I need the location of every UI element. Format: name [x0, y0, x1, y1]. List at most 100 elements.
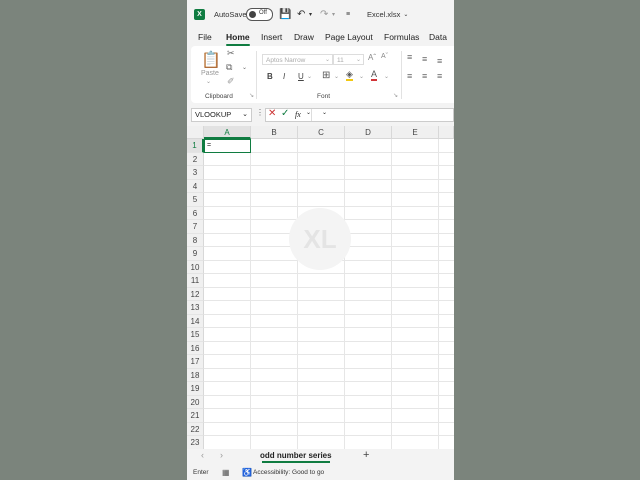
row-header[interactable]: 3 — [187, 166, 204, 180]
spreadsheet-grid[interactable]: A B C D E 1 2 3 4 5 6 7 8 9 10 11 12 13 14 15 16 17 18 19 2… — [187, 126, 454, 449]
customize-toolbar-icon[interactable]: ≡ — [346, 0, 350, 28]
row-header[interactable]: 2 — [187, 152, 204, 166]
tab-page-layout[interactable]: Page Layout — [325, 28, 373, 46]
active-cell-a1[interactable]: = — [204, 139, 251, 153]
column-header[interactable]: B — [251, 126, 298, 139]
italic-button[interactable]: I — [283, 72, 285, 81]
tab-data[interactable]: Data — [429, 28, 447, 46]
row-header[interactable]: 1 — [187, 139, 204, 153]
row-header[interactable]: 12 — [187, 287, 204, 301]
borders-icon[interactable]: ⊞ — [322, 70, 330, 81]
paste-icon[interactable]: 📋 — [201, 50, 221, 70]
borders-dropdown-icon[interactable]: ⌄ — [334, 73, 339, 80]
enter-check-icon[interactable]: ✓ — [281, 108, 289, 119]
align-top-icon[interactable]: ≡ — [407, 52, 412, 62]
underline-button[interactable]: U — [298, 72, 304, 81]
status-bar: Enter ▦ ♿ Accessibility: Good to go — [187, 465, 454, 480]
row-header[interactable]: 6 — [187, 206, 204, 220]
cut-icon[interactable]: ✂ — [227, 48, 235, 59]
row-header[interactable]: 10 — [187, 260, 204, 274]
row-header[interactable]: 9 — [187, 247, 204, 261]
row-header[interactable]: 15 — [187, 328, 204, 342]
row-header[interactable]: 13 — [187, 301, 204, 315]
chevron-down-icon: ⌄ — [403, 11, 409, 18]
row-header[interactable]: 16 — [187, 341, 204, 355]
tab-draw[interactable]: Draw — [294, 28, 314, 46]
add-sheet-button[interactable]: + — [363, 449, 369, 461]
fill-color-dropdown-icon[interactable]: ⌄ — [359, 73, 364, 80]
tab-home[interactable]: Home — [226, 28, 250, 46]
grid-row-line — [204, 367, 454, 369]
row-header[interactable]: 8 — [187, 233, 204, 247]
accessibility-icon[interactable]: ♿ — [242, 468, 252, 477]
grid-row-line — [204, 205, 454, 207]
row-header[interactable]: 20 — [187, 395, 204, 409]
row-header[interactable]: 19 — [187, 382, 204, 396]
undo-dropdown-icon[interactable]: ▾ — [309, 0, 312, 28]
grid-row-line — [204, 354, 454, 355]
copy-icon[interactable]: ⧉ — [226, 62, 232, 73]
column-header[interactable]: A — [204, 126, 251, 139]
column-header[interactable]: C — [298, 126, 345, 139]
redo-dropdown-icon[interactable]: ▾ — [332, 0, 335, 28]
select-all-corner[interactable] — [187, 126, 204, 139]
name-box[interactable]: VLOOKUP ⌄ — [191, 108, 252, 122]
tab-insert[interactable]: Insert — [261, 28, 282, 46]
scroll-right-icon[interactable]: › — [220, 450, 223, 460]
column-header-partial[interactable] — [439, 126, 454, 139]
more-options-icon[interactable]: ⋮ — [256, 108, 264, 117]
tab-formulas[interactable]: Formulas — [384, 28, 419, 46]
increase-font-icon[interactable]: Aˆ — [368, 53, 376, 62]
redo-icon[interactable]: ↷ — [320, 0, 328, 28]
row-header[interactable]: 22 — [187, 422, 204, 436]
fill-color-icon[interactable]: ◈ — [346, 70, 353, 81]
macro-record-icon[interactable]: ▦ — [222, 468, 230, 477]
sheet-tab-bar: ‹ › odd number series + — [187, 449, 454, 465]
font-group-label: Font — [317, 93, 331, 100]
column-header[interactable]: E — [392, 126, 439, 139]
row-header[interactable]: 11 — [187, 274, 204, 288]
formula-input[interactable]: ✕ ✓ fx ⌄ ⌄ — [265, 108, 454, 122]
tab-file[interactable]: File — [198, 28, 212, 46]
font-size-select[interactable]: 11 ⌄ — [333, 54, 364, 65]
paste-label[interactable]: Paste — [201, 70, 219, 77]
clipboard-group-label: Clipboard — [205, 93, 233, 100]
accessibility-status[interactable]: Accessibility: Good to go — [253, 469, 324, 476]
format-painter-icon[interactable]: ✐ — [227, 76, 235, 87]
font-name-select[interactable]: Aptos Narrow ⌄ — [262, 54, 333, 65]
font-color-icon[interactable]: A — [371, 70, 378, 81]
scroll-left-icon[interactable]: ‹ — [201, 450, 204, 460]
align-left-icon[interactable]: ≡ — [407, 71, 412, 81]
decrease-font-icon[interactable]: Aˇ — [381, 53, 388, 60]
row-header[interactable]: 4 — [187, 179, 204, 193]
row-header[interactable]: 23 — [187, 436, 204, 449]
clipboard-launcher-icon[interactable]: ↘ — [249, 92, 254, 99]
column-header[interactable]: D — [345, 126, 392, 139]
sheet-tab-active[interactable]: odd number series — [258, 449, 334, 463]
underline-dropdown-icon[interactable]: ⌄ — [307, 73, 312, 80]
cancel-icon[interactable]: ✕ — [268, 108, 276, 119]
align-bottom-icon[interactable]: ≡ — [437, 56, 442, 66]
copy-dropdown-icon[interactable]: ⌄ — [242, 64, 247, 71]
save-icon[interactable]: 💾 — [279, 0, 291, 28]
row-header[interactable]: 18 — [187, 368, 204, 382]
watermark-logo: XL — [289, 208, 351, 270]
undo-icon[interactable]: ↶ — [297, 0, 305, 28]
align-middle-icon[interactable]: ≡ — [422, 54, 427, 64]
row-header[interactable]: 5 — [187, 193, 204, 207]
align-right-icon[interactable]: ≡ — [437, 71, 442, 81]
expand-formula-icon[interactable]: ⌄ — [322, 109, 327, 116]
row-header[interactable]: 17 — [187, 355, 204, 369]
font-launcher-icon[interactable]: ↘ — [393, 92, 398, 99]
paste-dropdown-icon[interactable]: ⌄ — [206, 78, 211, 85]
align-center-icon[interactable]: ≡ — [422, 71, 427, 81]
font-color-dropdown-icon[interactable]: ⌄ — [384, 73, 389, 80]
formula-divider — [311, 109, 312, 121]
row-header[interactable]: 14 — [187, 314, 204, 328]
insert-function-icon[interactable]: fx — [295, 110, 301, 119]
bold-button[interactable]: B — [267, 72, 273, 81]
filename-dropdown[interactable]: Excel.xlsx ⌄ — [367, 0, 408, 28]
row-header[interactable]: 7 — [187, 220, 204, 234]
row-header[interactable]: 21 — [187, 409, 204, 423]
autosave-toggle[interactable]: Off — [246, 0, 273, 28]
